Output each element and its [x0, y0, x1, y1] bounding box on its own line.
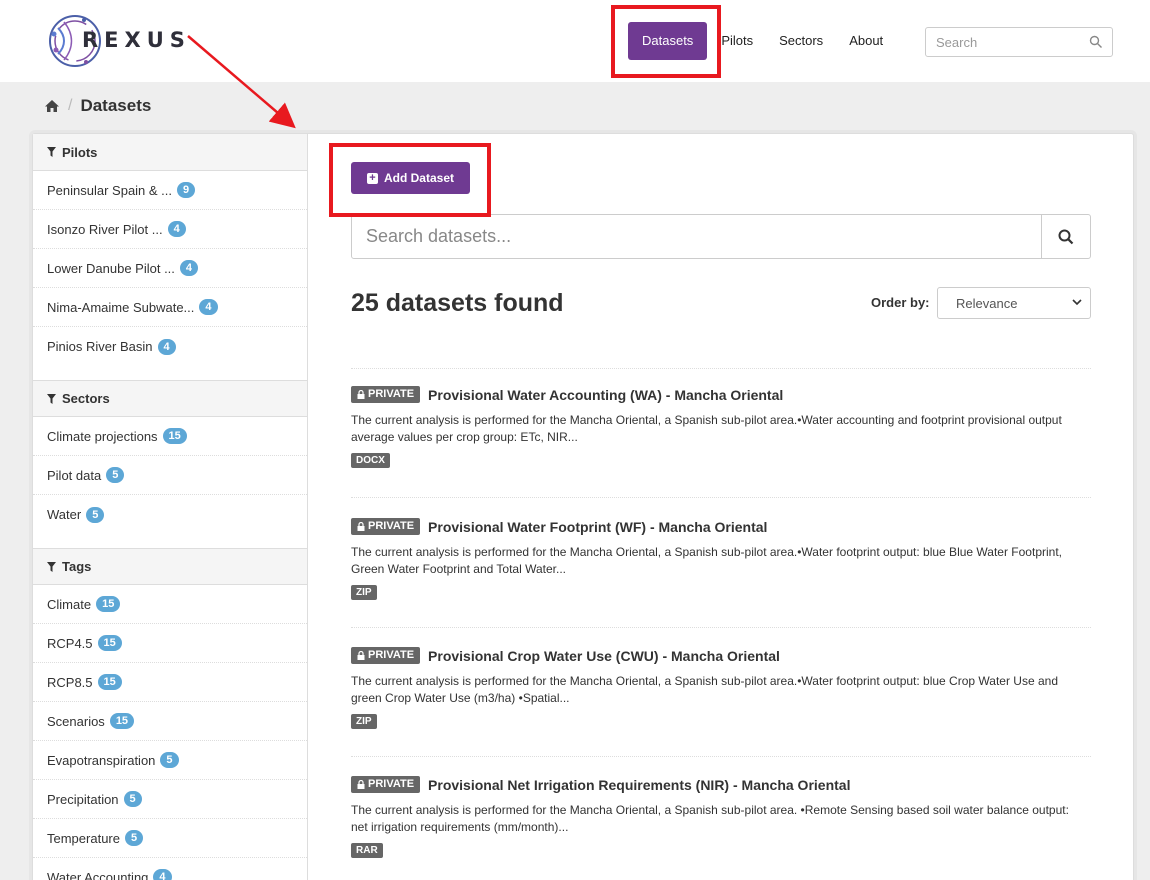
header-search [925, 27, 1113, 57]
dataset-item: PRIVATE Provisional Crop Water Use (CWU)… [351, 647, 1091, 729]
breadcrumb: / Datasets [44, 96, 151, 116]
dataset-title-link[interactable]: Provisional Net Irrigation Requirements … [428, 777, 850, 793]
facet-item[interactable]: Lower Danube Pilot ... 4 [33, 249, 307, 288]
divider [351, 756, 1091, 757]
facet-item[interactable]: Scenarios 15 [33, 702, 307, 741]
facet-item[interactable]: RCP8.5 15 [33, 663, 307, 702]
format-badge[interactable]: ZIP [351, 714, 377, 729]
facet-item[interactable]: Water Accounting 4 [33, 858, 307, 880]
facet-item[interactable]: Temperature 5 [33, 819, 307, 858]
facet-item[interactable]: Precipitation 5 [33, 780, 307, 819]
facet-item[interactable]: Pinios River Basin 4 [33, 327, 307, 366]
nav-pilots[interactable]: Pilots [721, 22, 753, 60]
private-badge: PRIVATE [351, 518, 421, 535]
dataset-description: The current analysis is performed for th… [351, 413, 1062, 444]
main-wrapper: Pilots Peninsular Spain & ... 9 Isonzo Ri… [32, 133, 1134, 880]
lock-icon [357, 522, 365, 531]
dataset-description: The current analysis is performed for th… [351, 674, 1058, 705]
order-by-label: Order by: [871, 295, 930, 310]
header-search-input[interactable] [926, 28, 1076, 56]
add-dataset-button[interactable]: + Add Dataset [351, 162, 470, 194]
lock-icon [357, 390, 365, 399]
facet-item[interactable]: Pilot data 5 [33, 456, 307, 495]
dataset-item: PRIVATE Provisional Net Irrigation Requi… [351, 776, 1091, 858]
dataset-content: + Add Dataset 25 datasets found Order by… [351, 134, 1091, 880]
facet-heading-sectors: Sectors [33, 380, 307, 417]
facet-heading-tags: Tags [33, 548, 307, 585]
facet-item[interactable]: Climate projections 15 [33, 417, 307, 456]
private-badge: PRIVATE [351, 647, 421, 664]
dataset-search-input[interactable] [352, 215, 1041, 258]
count-badge: 4 [167, 221, 186, 237]
dataset-search [351, 214, 1091, 259]
facet-item[interactable]: Water 5 [33, 495, 307, 534]
count-badge: 15 [162, 428, 187, 444]
chevron-down-icon [1072, 299, 1082, 306]
count-badge: 4 [179, 260, 199, 276]
format-badge[interactable]: RAR [351, 843, 383, 858]
lock-icon [357, 651, 365, 660]
count-badge: 5 [124, 830, 144, 846]
filter-icon [47, 393, 56, 404]
facet-item[interactable]: Climate 15 [33, 585, 307, 624]
facet-item[interactable]: Isonzo River Pilot ... 4 [33, 210, 307, 249]
count-badge: 4 [153, 869, 172, 880]
dataset-title-link[interactable]: Provisional Water Accounting (WA) - Manc… [428, 387, 783, 403]
breadcrumb-separator: / [68, 97, 73, 114]
count-badge: 15 [97, 674, 122, 690]
private-badge: PRIVATE [351, 386, 421, 403]
divider [351, 497, 1091, 498]
count-badge: 5 [123, 791, 142, 807]
facet-sidebar: Pilots Peninsular Spain & ... 9 Isonzo Ri… [33, 134, 308, 880]
facet-item[interactable]: Evapotranspiration 5 [33, 741, 307, 780]
dataset-description: The current analysis is performed for th… [351, 803, 1069, 834]
nav-about[interactable]: About [849, 22, 883, 60]
format-badge[interactable]: ZIP [351, 585, 377, 600]
count-badge: 4 [157, 338, 176, 355]
home-icon[interactable] [44, 99, 60, 113]
count-badge: 5 [160, 752, 179, 768]
count-badge: 15 [96, 596, 121, 612]
format-badge[interactable]: DOCX [351, 453, 390, 468]
order-by-select[interactable]: Relevance [937, 287, 1091, 319]
search-icon [1058, 229, 1074, 244]
facet-heading-pilots: Pilots [33, 134, 307, 171]
filter-icon [47, 147, 56, 157]
dataset-item: PRIVATE Provisional Water Accounting (WA… [351, 386, 1091, 468]
logo-text: REXUS [82, 28, 191, 52]
main-nav: Datasets Pilots Sectors About [628, 22, 909, 60]
dataset-search-button[interactable] [1041, 215, 1090, 258]
facet-item[interactable]: Nima-Amaime Subwate... 4 [33, 288, 307, 327]
dataset-description: The current analysis is performed for th… [351, 545, 1062, 576]
nav-datasets[interactable]: Datasets [628, 22, 708, 60]
facet-item[interactable]: RCP4.5 15 [33, 624, 307, 663]
nav-sectors[interactable]: Sectors [779, 22, 823, 60]
breadcrumb-current[interactable]: Datasets [80, 96, 151, 116]
search-icon[interactable] [1089, 35, 1103, 49]
site-header: REXUS Datasets Pilots Sectors About [0, 0, 1150, 82]
results-count-heading: 25 datasets found [351, 289, 564, 317]
count-badge: 5 [86, 506, 105, 523]
filter-icon [47, 561, 56, 572]
count-badge: 9 [177, 182, 196, 198]
count-badge: 15 [97, 635, 122, 651]
divider [351, 368, 1091, 369]
divider [351, 627, 1091, 628]
count-badge: 4 [199, 299, 218, 315]
count-badge: 15 [109, 713, 135, 729]
facet-item[interactable]: Peninsular Spain & ... 9 [33, 171, 307, 210]
dataset-title-link[interactable]: Provisional Water Footprint (WF) - Manch… [428, 519, 767, 535]
dataset-item: PRIVATE Provisional Water Footprint (WF)… [351, 518, 1091, 600]
lock-icon [357, 780, 365, 789]
dataset-title-link[interactable]: Provisional Crop Water Use (CWU) - Manch… [428, 648, 780, 664]
private-badge: PRIVATE [351, 776, 421, 793]
count-badge: 5 [106, 467, 125, 483]
plus-square-icon: + [366, 172, 378, 184]
